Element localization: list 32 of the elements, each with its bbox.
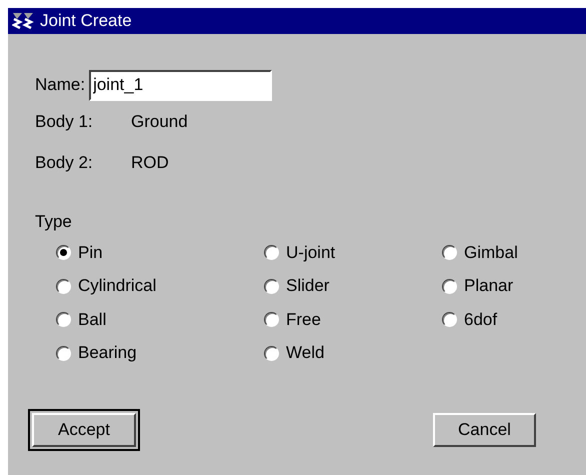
radio-option[interactable]: 6dof: [442, 303, 586, 336]
radio-option[interactable]: Pin: [56, 236, 264, 270]
app-logo-icon: [12, 11, 34, 31]
radio-option[interactable]: Bearing: [56, 336, 264, 370]
radio-button[interactable]: [442, 278, 457, 294]
radio-button[interactable]: [56, 346, 71, 361]
radio-button[interactable]: [56, 245, 71, 260]
body-label: Body 1:: [35, 112, 94, 132]
radio-button[interactable]: [264, 346, 279, 361]
radio-option[interactable]: Cylindrical: [56, 270, 264, 303]
radio-button[interactable]: [56, 312, 71, 328]
radio-button[interactable]: [442, 245, 457, 260]
body-label: Body 2:: [35, 153, 94, 173]
radio-button[interactable]: [264, 278, 279, 294]
name-label: Name:: [35, 75, 86, 95]
radio-option[interactable]: Planar: [442, 270, 586, 303]
radio-button[interactable]: [264, 312, 279, 328]
radio-option[interactable]: Gimbal: [442, 236, 586, 270]
radio-button[interactable]: [264, 245, 279, 260]
cancel-button[interactable]: Cancel: [433, 413, 536, 447]
body-value: ROD: [131, 153, 169, 173]
radio-option[interactable]: Weld: [264, 336, 442, 370]
radio-option[interactable]: U-joint: [264, 236, 442, 270]
accept-button[interactable]: Accept: [32, 413, 136, 447]
radio-option[interactable]: Ball: [56, 303, 264, 336]
radio-button[interactable]: [56, 278, 71, 294]
type-label: Type: [35, 212, 72, 232]
radio-button[interactable]: [442, 312, 457, 328]
radio-option[interactable]: Slider: [264, 270, 442, 303]
radio-option[interactable]: Free: [264, 303, 442, 336]
window-title: Joint Create: [40, 11, 132, 31]
body-value: Ground: [131, 112, 188, 132]
